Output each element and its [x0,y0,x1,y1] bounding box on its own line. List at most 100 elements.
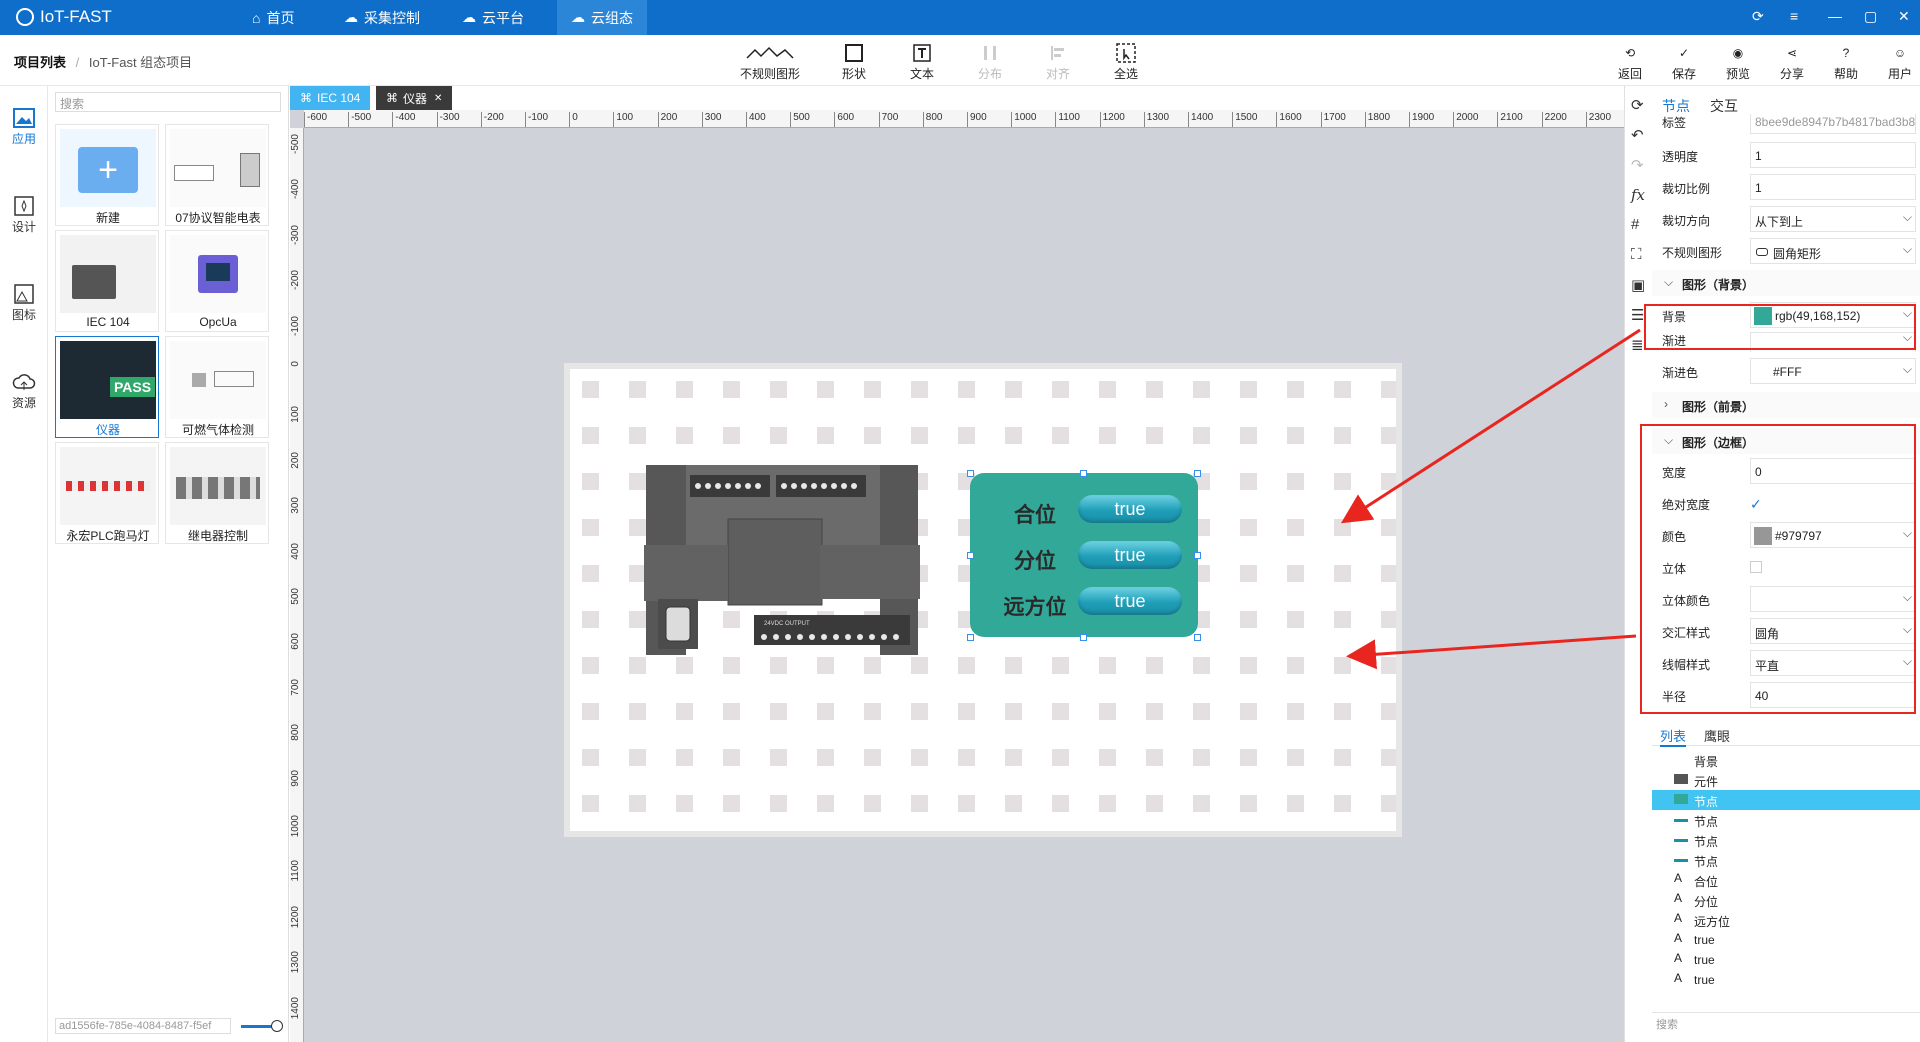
screenshot-icon[interactable]: ▣ [1631,276,1645,294]
tool-label: 文本 [909,67,934,81]
library-item-instrument[interactable]: PASS 仪器 [55,336,159,438]
chevron-down-icon[interactable]: ⌵ [1903,242,1912,257]
status-value[interactable]: true [1078,541,1182,569]
thumbnail [60,447,156,525]
layer-item[interactable]: 节点 [1652,790,1920,810]
library-item-opcua[interactable]: OpcUa [165,230,269,332]
section-title: 图形（前景） [1682,400,1755,414]
refresh-icon[interactable]: ⟳ [1752,8,1764,25]
section-foreground[interactable]: › 图形（前景） [1652,392,1920,418]
app-logo[interactable]: IoT-FAST [16,7,112,27]
chevron-down-icon[interactable]: ⌵ [1903,210,1912,225]
section-background[interactable]: ⌵ 图形（背景） [1652,270,1920,296]
prop-row-irregular-shape: 不规则图形 圆角矩形 ⌵ [1652,236,1920,266]
prop-value[interactable]: 1 [1750,142,1916,168]
list-icon[interactable]: ☰ [1631,306,1644,324]
tab-instrument[interactable]: ⌘ 仪器 ✕ [376,86,453,110]
nav-cloud-platform[interactable]: ☁ 云平台 [448,0,538,35]
redo-icon[interactable]: ↷ [1631,156,1644,174]
prop-select[interactable]: #FFF [1750,358,1916,384]
close-icon[interactable]: ✕ [1898,8,1910,25]
tool-label: 不规则图形 [739,67,800,81]
layer-label: 节点 [1694,835,1719,849]
zoom-slider-handle[interactable] [271,1020,283,1032]
library-item-meter[interactable]: 07协议智能电表 [165,124,269,226]
left-nav-resources[interactable]: 资源 [0,370,48,411]
left-nav-design[interactable]: 设计 [0,194,48,235]
library-item-gas-detect[interactable]: 可燃气体检测 [165,336,269,438]
layer-item[interactable]: Atrue [1652,970,1920,990]
select-all-button[interactable]: 全选 [1094,41,1158,82]
layer-item[interactable]: A 远方位 [1652,910,1920,930]
resize-handle[interactable] [967,470,974,477]
prop-value[interactable]: 1 [1750,174,1916,200]
layer-item[interactable]: 节点 [1652,810,1920,830]
fx-icon[interactable]: fx [1631,186,1645,204]
tab-close-icon[interactable]: ✕ [434,93,442,104]
left-nav-icons[interactable]: 图标 [0,282,48,323]
maximize-icon[interactable]: ▢ [1864,8,1877,25]
section-title: 图形（背景） [1682,278,1755,292]
app-image-icon [13,108,35,128]
layer-item[interactable]: A 合位 [1652,870,1920,890]
resize-handle[interactable] [1194,470,1201,477]
status-panel[interactable]: 合位 true 分位 true 远方位 true [970,473,1198,637]
nav-home[interactable]: ⌂ 首页 [238,0,308,35]
layer-item[interactable]: 节点 [1652,830,1920,850]
grid-square [1193,703,1210,720]
tab-list[interactable]: 列表 [1660,726,1687,747]
plc-device-image[interactable]: 24VDC OUTPUT [644,465,920,655]
layer-item[interactable]: 节点 [1652,850,1920,870]
minimize-icon[interactable]: — [1828,8,1842,24]
resize-handle[interactable] [1194,552,1201,559]
irregular-shape-button[interactable]: 不规则图形 [738,41,802,82]
prop-select[interactable]: 圆角矩形 [1750,238,1916,264]
shape-button[interactable]: 形状 [822,41,886,82]
align-button[interactable]: 对齐 [1026,41,1090,82]
status-value[interactable]: true [1078,587,1182,615]
layer-item[interactable]: Atrue [1652,950,1920,970]
resize-handle[interactable] [1080,634,1087,641]
design-stage[interactable]: 24VDC OUTPUT 合位 true 分位 true 远方位 true [564,363,1402,837]
grid-icon[interactable]: # [1631,216,1639,233]
library-item-iec104[interactable]: IEC 104 [55,230,159,332]
library-item-relay[interactable]: 继电器控制 [165,442,269,544]
layers-icon[interactable]: ≣ [1631,336,1644,354]
layer-item[interactable]: 元件 [1652,770,1920,790]
tab-iec104[interactable]: ⌘ IEC 104 [290,86,371,110]
resize-handle[interactable] [1194,634,1201,641]
resize-handle[interactable] [967,552,974,559]
prop-select[interactable]: 从下到上 [1750,206,1916,232]
grid-square [1005,749,1022,766]
breadcrumb-root[interactable]: 项目列表 [14,55,66,70]
fit-icon[interactable]: ⛶ [1631,246,1642,263]
nav-collect-control[interactable]: ☁ 采集控制 [330,0,434,35]
library-item-new[interactable]: + 新建 [55,124,159,226]
undo-icon[interactable]: ↶ [1631,126,1644,144]
tab-interaction[interactable]: 交互 [1710,96,1738,116]
library-search-input[interactable]: 搜索 [55,92,281,112]
layer-item[interactable]: Atrue [1652,930,1920,950]
prop-value[interactable]: 8bee9de8947b7b4817bad3b8 [1750,114,1916,134]
project-id-field[interactable]: ad1556fe-785e-4084-8487-f5ef [55,1018,231,1034]
resize-handle[interactable] [967,634,974,641]
layer-item[interactable]: A 分位 [1652,890,1920,910]
menu-icon[interactable]: ≡ [1790,8,1798,24]
tab-eagle-eye[interactable]: 鹰眼 [1704,726,1730,745]
tool-label: 形状 [841,67,866,81]
chevron-down-icon[interactable]: ⌵ [1903,362,1912,377]
text-button[interactable]: 文本 [890,41,954,82]
rotate-icon[interactable]: ⟳ [1631,96,1644,114]
layer-item[interactable]: 背景 [1652,750,1920,770]
nav-cloud-config[interactable]: ☁ 云组态 [557,0,647,35]
grid-square [1005,795,1022,812]
status-value[interactable]: true [1078,495,1182,523]
resize-handle[interactable] [1080,470,1087,477]
library-item-plc-marquee[interactable]: 永宏PLC跑马灯 [55,442,159,544]
user-button[interactable]: ☺ 用户 [1868,41,1920,82]
distribute-button[interactable]: 分布 [958,41,1022,82]
left-nav-app[interactable]: 应用 [0,106,48,147]
cloud-control-icon: ☁ [344,9,358,25]
tab-node[interactable]: 节点 [1662,96,1690,116]
layer-search-input[interactable]: 搜索 [1652,1012,1920,1032]
